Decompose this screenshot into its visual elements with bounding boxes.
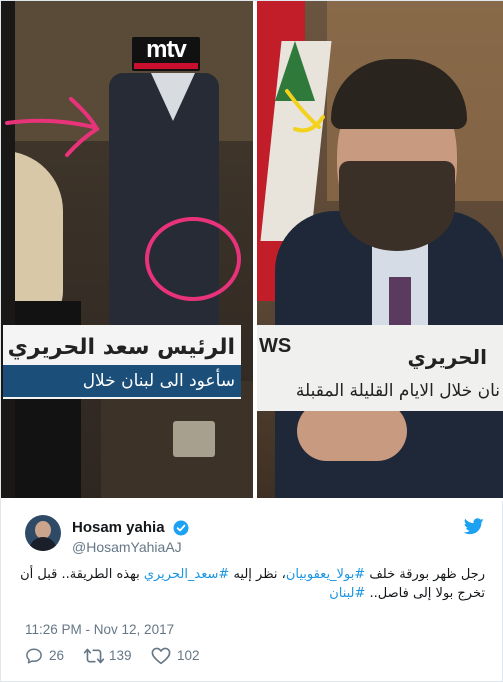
like-button[interactable]: 102	[151, 646, 227, 666]
tweet-text: رجل ظهر بورقة خلف #بولا_يعقوبيان، نظر إل…	[20, 565, 485, 603]
avatar-suit	[29, 537, 57, 551]
tweet-actions: 26 139 102	[25, 646, 325, 666]
pink-arrow-annotation	[5, 97, 100, 157]
twitter-bird-icon[interactable]	[464, 518, 484, 535]
tweet-media[interactable]: mtv الرئيس سعد الحريري سأعود الى لبنان خ…	[1, 1, 503, 501]
yellow-arrow-annotation	[285, 89, 325, 133]
tweet-text-segment: تخرج بولا إلى فاصل..	[365, 586, 485, 601]
hashtag-link[interactable]: #بولا_يعقوبيان	[286, 567, 365, 582]
author-display-name[interactable]: Hosam yahia	[72, 518, 165, 538]
reply-count: 26	[49, 648, 65, 663]
retweet-button[interactable]: 139	[83, 646, 159, 666]
tweet-text-segment: رجل ظهر بورقة خلف	[365, 567, 485, 582]
pink-circle-annotation	[145, 217, 241, 301]
tv-bezel	[1, 1, 15, 498]
tweet-text-segment: بهذه الطريقة.. قبل أن	[20, 567, 144, 582]
lower-third-prefix: WS	[259, 335, 292, 357]
hashtag-link[interactable]: #لبنان	[329, 586, 365, 601]
tweet-text-segment: ، نظر إليه	[229, 567, 286, 582]
like-count: 102	[177, 648, 200, 663]
heart-icon	[151, 647, 171, 665]
author-handle[interactable]: @HosamYahiaAJ	[72, 538, 182, 556]
lower-third-subtitle: نان خلال الايام القليلة المقبلة	[257, 373, 503, 409]
lower-third-subtitle: سأعود الى لبنان خلال	[3, 365, 241, 397]
reply-button[interactable]: 26	[25, 646, 85, 666]
shirt-collar	[151, 73, 195, 121]
reply-icon	[26, 648, 42, 664]
tweet-line-1: رجل ظهر بورقة خلف #بولا_يعقوبيان، نظر إل…	[20, 565, 485, 584]
verified-icon	[173, 520, 189, 536]
retweet-icon	[83, 648, 105, 664]
photo-right[interactable]: WS الحريري نان خلال الايام القليلة المقب…	[257, 1, 503, 498]
tweet-timestamp[interactable]: 11:26 PM - Nov 12, 2017	[25, 621, 174, 639]
lower-third-name: الرئيس سعد الحريري	[9, 335, 235, 360]
channel-logo: mtv	[146, 36, 187, 63]
lower-third-name: الحريري	[407, 345, 487, 369]
channel-logo-stripe	[134, 63, 198, 69]
tweet-card: mtv الرئيس سعد الحريري سأعود الى لبنان خ…	[0, 0, 503, 682]
water-glass	[173, 421, 215, 457]
tweet-line-2: تخرج بولا إلى فاصل.. #لبنان	[21, 584, 485, 603]
retweet-count: 139	[109, 648, 132, 663]
photo-left[interactable]: mtv الرئيس سعد الحريري سأعود الى لبنان خ…	[1, 1, 253, 498]
avatar[interactable]	[25, 515, 61, 551]
hashtag-link[interactable]: #سعد_الحريري	[144, 567, 229, 582]
beard	[339, 161, 455, 251]
